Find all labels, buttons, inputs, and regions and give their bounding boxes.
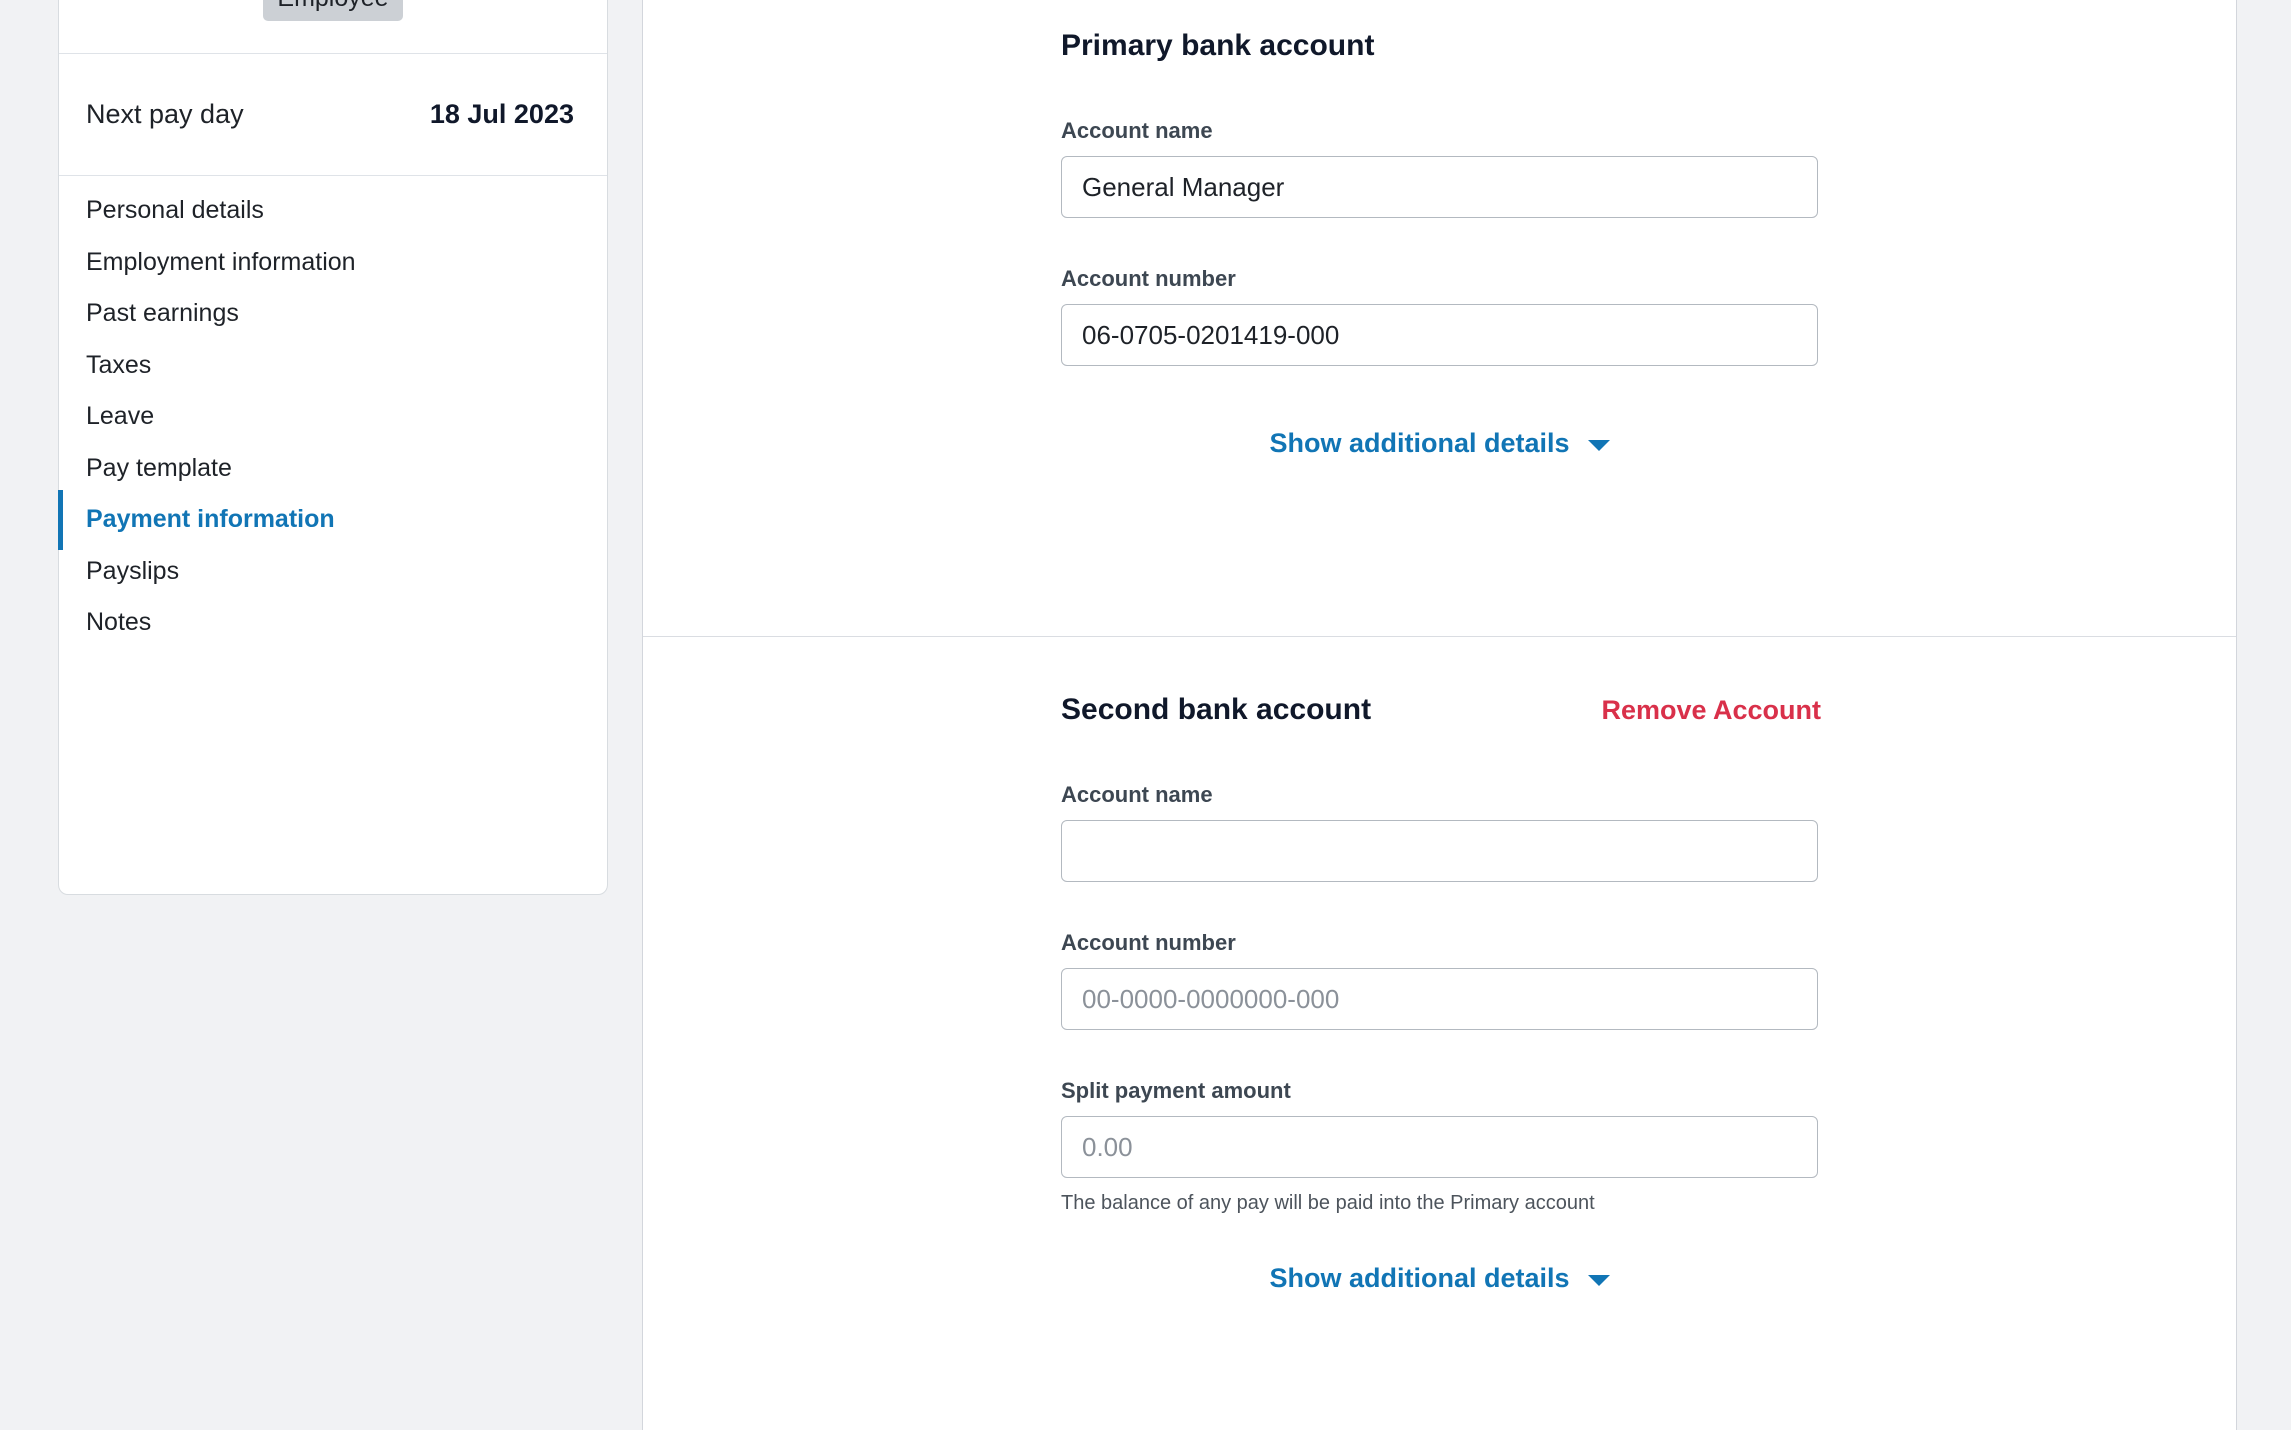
second-show-additional-details-label: Show additional details: [1269, 1263, 1570, 1293]
second-account-name-field: Account name: [1061, 782, 1821, 882]
payment-information-page: Employee Next pay day 18 Jul 2023 Person…: [0, 0, 2291, 1430]
second-bank-account-section: Second bank account Remove Account Accou…: [1061, 692, 1821, 1294]
sidebar-item-taxes[interactable]: Taxes: [59, 340, 607, 392]
employee-sidebar-card: Employee Next pay day 18 Jul 2023 Person…: [58, 0, 608, 895]
sidebar-item-label: Notes: [86, 608, 152, 637]
sidebar-item-notes[interactable]: Notes: [59, 597, 607, 649]
second-show-details-row: Show additional details: [1061, 1263, 1818, 1294]
primary-account-name-input[interactable]: [1061, 156, 1818, 218]
sidebar-item-label: Employment information: [86, 247, 356, 276]
split-payment-amount-label: Split payment amount: [1061, 1078, 1291, 1103]
primary-show-additional-details-label: Show additional details: [1269, 428, 1570, 458]
split-payment-amount-field: Split payment amount The balance of any …: [1061, 1078, 1821, 1215]
primary-account-name-label: Account name: [1061, 118, 1213, 143]
employee-nav-list: Personal details Employment information Pa…: [58, 175, 607, 649]
primary-account-number-input[interactable]: [1061, 304, 1818, 366]
second-account-number-field: Account number: [1061, 930, 1821, 1030]
remove-account-button[interactable]: Remove Account: [1601, 695, 1821, 726]
sidebar-item-personal-details[interactable]: Personal details: [59, 185, 607, 237]
primary-show-details-row: Show additional details: [1061, 428, 1818, 459]
second-show-additional-details-link[interactable]: Show additional details: [1269, 1263, 1610, 1294]
sidebar-item-employment-information[interactable]: Employment information: [59, 237, 607, 289]
next-pay-day-value: 18 Jul 2023: [429, 99, 574, 129]
primary-account-number-field: Account number: [1061, 266, 1821, 366]
sidebar-item-payslips[interactable]: Payslips: [59, 546, 607, 598]
sidebar-item-label: Taxes: [86, 350, 152, 379]
next-pay-day-label: Next pay day: [86, 99, 244, 129]
section-divider: [643, 636, 2236, 637]
sidebar-item-payment-information[interactable]: Payment information: [58, 490, 607, 549]
second-bank-account-header: Second bank account Remove Account: [1061, 692, 1821, 728]
chevron-down-icon: [1587, 1275, 1610, 1286]
primary-bank-account-section: Primary bank account Account name Accoun…: [1061, 28, 1821, 459]
sidebar-item-label: Payslips: [86, 556, 180, 585]
main-content-panel: Primary bank account Account name Accoun…: [642, 0, 2237, 1430]
chevron-down-icon: [1587, 440, 1610, 451]
employee-badge-row: Employee: [59, 0, 607, 21]
split-payment-amount-input[interactable]: [1061, 1116, 1818, 1178]
sidebar-item-past-earnings[interactable]: Past earnings: [59, 288, 607, 340]
second-account-name-input[interactable]: [1061, 820, 1818, 882]
sidebar-item-leave[interactable]: Leave: [59, 391, 607, 443]
primary-account-number-label: Account number: [1061, 266, 1236, 291]
second-bank-account-title: Second bank account: [1061, 693, 1372, 726]
second-account-number-input[interactable]: [1061, 968, 1818, 1030]
second-account-number-label: Account number: [1061, 930, 1236, 955]
second-account-name-label: Account name: [1061, 782, 1213, 807]
primary-bank-account-title: Primary bank account: [1061, 29, 1375, 62]
sidebar-item-pay-template[interactable]: Pay template: [59, 443, 607, 495]
sidebar-item-label: Pay template: [86, 453, 232, 482]
split-payment-helper-text: The balance of any pay will be paid into…: [1061, 1192, 1595, 1214]
sidebar-item-label: Past earnings: [86, 299, 239, 328]
sidebar-item-label: Personal details: [86, 196, 264, 225]
sidebar-item-label: Payment information: [86, 505, 335, 534]
employee-type-badge: Employee: [263, 0, 403, 21]
sidebar-item-label: Leave: [86, 402, 155, 431]
primary-show-additional-details-link[interactable]: Show additional details: [1269, 428, 1610, 459]
primary-account-name-field: Account name: [1061, 118, 1821, 218]
next-pay-day-row: Next pay day 18 Jul 2023: [59, 54, 607, 175]
